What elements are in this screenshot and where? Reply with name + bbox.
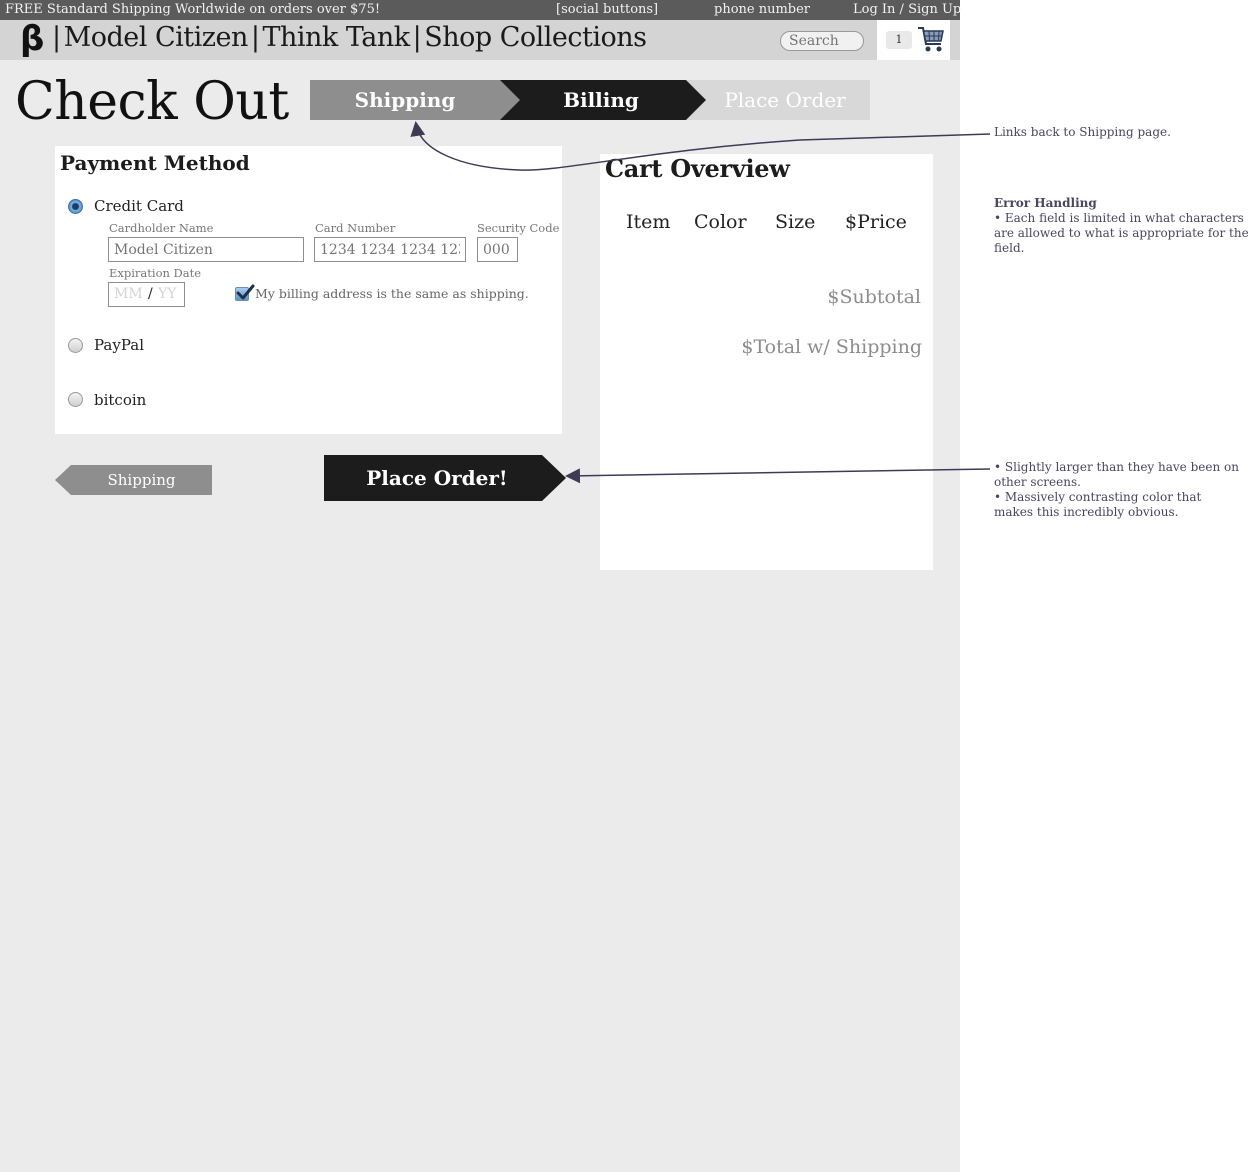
social-buttons-placeholder[interactable]: [social buttons] xyxy=(556,2,658,17)
top-bar: FREE Standard Shipping Worldwide on orde… xyxy=(0,0,961,20)
nav-separator: | xyxy=(52,22,61,53)
step-place-order: Place Order xyxy=(686,80,870,120)
expiration-month-placeholder[interactable]: MM xyxy=(114,283,143,306)
bitcoin-label[interactable]: bitcoin xyxy=(94,391,146,409)
free-shipping-promo: FREE Standard Shipping Worldwide on orde… xyxy=(5,2,381,17)
checkout-progress: Place Order Billing Shipping xyxy=(310,80,870,120)
annotation-error-handling: Error Handling • Each field is limited i… xyxy=(994,196,1254,256)
cart-icon[interactable] xyxy=(917,24,945,54)
step-billing: Billing xyxy=(496,80,706,120)
checkmark-icon xyxy=(236,284,255,300)
credit-card-label[interactable]: Credit Card xyxy=(94,197,184,215)
nav-links: | Model Citizen | Think Tank | Shop Collectio… xyxy=(49,22,647,53)
annotation-error-title: Error Handling xyxy=(994,196,1097,210)
credit-card-radio[interactable] xyxy=(68,199,83,214)
card-number-label: Card Number xyxy=(315,221,396,235)
login-signup-link[interactable]: Log In / Sign Up xyxy=(853,2,961,17)
annotation-place-order: • Slightly larger than they have been on… xyxy=(994,460,1242,520)
page-canvas: FREE Standard Shipping Worldwide on orde… xyxy=(0,0,961,1172)
expiration-separator: / xyxy=(148,286,153,302)
cardholder-name-label: Cardholder Name xyxy=(109,221,214,235)
payment-method-title: Payment Method xyxy=(60,151,250,175)
column-header-price: $Price xyxy=(845,211,907,233)
column-header-size: Size xyxy=(775,211,816,233)
billing-same-label[interactable]: My billing address is the same as shippi… xyxy=(255,286,529,301)
cardholder-name-field[interactable] xyxy=(108,237,304,262)
beta-logo[interactable]: β xyxy=(20,19,44,59)
expiration-year-placeholder[interactable]: YY xyxy=(158,283,176,306)
phone-number: phone number xyxy=(714,2,811,17)
card-number-field[interactable] xyxy=(314,237,466,262)
billing-same-checkbox[interactable] xyxy=(235,284,255,301)
annotation-button-contrast: • Massively contrasting color that makes… xyxy=(994,490,1202,519)
nav-separator: | xyxy=(250,22,260,53)
payment-method-panel: Payment Method Credit Card Cardholder Na… xyxy=(55,146,562,434)
annotation-error-body: • Each field is limited in what characte… xyxy=(994,211,1249,255)
annotation-button-size: • Slightly larger than they have been on… xyxy=(994,460,1239,489)
paypal-radio[interactable] xyxy=(68,338,83,353)
expiration-date-label: Expiration Date xyxy=(109,266,202,280)
nav-link-shop-collections[interactable]: Shop Collections xyxy=(424,22,647,53)
cart-button[interactable]: 1 xyxy=(877,20,950,60)
place-order-button[interactable]: Place Order! xyxy=(324,455,566,501)
search-input[interactable] xyxy=(780,31,864,51)
cart-overview-panel: Cart Overview Item Color Size $Price $Su… xyxy=(600,154,933,570)
nav-link-model-citizen[interactable]: Model Citizen xyxy=(64,22,249,53)
nav-link-think-tank[interactable]: Think Tank xyxy=(262,22,410,53)
page-title: Check Out xyxy=(15,72,289,132)
step-shipping[interactable]: Shipping xyxy=(310,80,520,120)
nav-separator: | xyxy=(412,22,422,53)
security-code-field[interactable] xyxy=(477,237,518,262)
security-code-label: Security Code xyxy=(477,221,560,235)
column-header-item: Item xyxy=(626,211,671,233)
back-to-shipping-button[interactable]: Shipping xyxy=(55,465,212,495)
paypal-label[interactable]: PayPal xyxy=(94,336,144,354)
annotation-shipping-link: Links back to Shipping page. xyxy=(994,125,1171,139)
column-header-color: Color xyxy=(694,211,747,233)
cart-overview-title: Cart Overview xyxy=(605,154,790,183)
subtotal-value: $Subtotal xyxy=(827,286,921,308)
bitcoin-radio[interactable] xyxy=(68,392,83,407)
total-with-shipping-value: $Total w/ Shipping xyxy=(741,336,922,358)
cart-count-badge: 1 xyxy=(886,31,912,49)
expiration-date-field[interactable]: MM / YY xyxy=(108,282,185,307)
main-nav: β | Model Citizen | Think Tank | Shop Collect… xyxy=(0,19,960,60)
